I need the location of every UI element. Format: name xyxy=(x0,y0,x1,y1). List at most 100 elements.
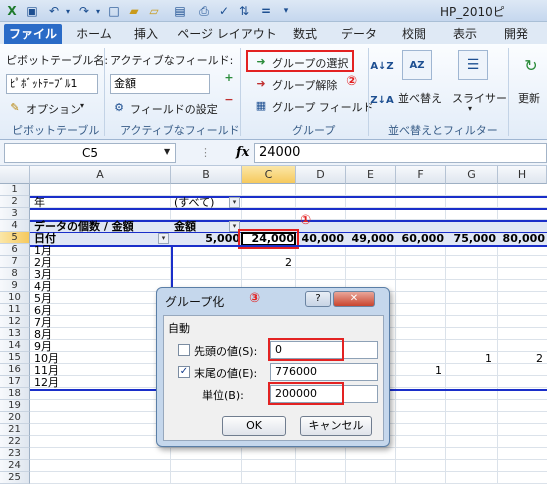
col-header-f[interactable]: F xyxy=(396,166,446,184)
row-header-20[interactable]: 20 xyxy=(0,412,30,424)
row-header-23[interactable]: 23 xyxy=(0,448,30,460)
new-icon[interactable]: □ xyxy=(106,3,122,19)
slicer-button[interactable]: スライサー xyxy=(452,90,507,106)
cell-e5[interactable]: 49,000 xyxy=(346,233,394,245)
row-header-8[interactable]: 8 xyxy=(0,268,30,280)
row-label-dropdown-icon[interactable]: ▾ xyxy=(158,233,169,244)
tab-data[interactable]: データ xyxy=(334,24,384,44)
tab-developer[interactable]: 開発 xyxy=(494,24,538,44)
row-header-18[interactable]: 18 xyxy=(0,388,30,400)
open-icon[interactable]: ▰ xyxy=(126,3,142,19)
row-header-3[interactable]: 3 xyxy=(0,208,30,220)
row-header-15[interactable]: 15 xyxy=(0,352,30,364)
row-header-25[interactable]: 25 xyxy=(0,472,30,484)
help-button[interactable]: ? xyxy=(305,291,331,307)
formula-input[interactable]: 24000 xyxy=(254,143,547,163)
active-field-input[interactable]: 金額 xyxy=(110,74,210,94)
cancel-button[interactable]: キャンセル xyxy=(300,416,372,436)
end-value-checkbox[interactable]: ✓ xyxy=(178,366,190,378)
row-header-24[interactable]: 24 xyxy=(0,460,30,472)
cell-c7[interactable]: 2 xyxy=(242,257,292,269)
collapse-field-icon[interactable]: − xyxy=(222,92,236,106)
sort-ascending-icon[interactable]: A↓Z xyxy=(370,56,393,76)
row-header-11[interactable]: 11 xyxy=(0,304,30,316)
active-field-label: アクティブなフィールド: xyxy=(110,54,234,67)
cell-h5[interactable]: 80,000 xyxy=(498,233,545,245)
cell-d5[interactable]: 40,000 xyxy=(296,233,344,245)
ok-button[interactable]: OK xyxy=(222,416,286,436)
save-icon[interactable]: ▣ xyxy=(24,3,40,19)
sort-icon[interactable]: ⇅ xyxy=(236,3,252,19)
row-header-1[interactable]: 1 xyxy=(0,184,30,196)
cell-g5[interactable]: 75,000 xyxy=(446,233,496,245)
options-button[interactable]: オプション xyxy=(26,101,81,117)
row-header-17[interactable]: 17 xyxy=(0,376,30,388)
sort-button[interactable]: 並べ替え xyxy=(398,90,442,106)
cell-b5[interactable]: 5,000 xyxy=(171,233,240,245)
col-header-a[interactable]: A xyxy=(30,166,171,184)
cell-a2[interactable]: 年 xyxy=(34,197,45,209)
undo-dropdown-icon[interactable]: ▾ xyxy=(60,3,76,19)
row-header-5[interactable]: 5 xyxy=(0,232,30,244)
row-header-13[interactable]: 13 xyxy=(0,328,30,340)
ungroup-button[interactable]: グループ解除 xyxy=(272,77,337,93)
tab-formulas[interactable]: 数式 xyxy=(282,24,328,44)
pivot-name-field[interactable]: ﾋﾟﾎﾞｯﾄﾃｰﾌﾞﾙ1 xyxy=(6,74,98,94)
row-header-10[interactable]: 10 xyxy=(0,292,30,304)
col-header-h[interactable]: H xyxy=(498,166,547,184)
redo-dropdown-icon[interactable]: ▾ xyxy=(90,3,106,19)
slicer-dropdown-icon[interactable]: ▾ xyxy=(468,104,472,113)
tab-view[interactable]: 表示 xyxy=(444,24,486,44)
row-header-4[interactable]: 4 xyxy=(0,220,30,232)
row-header-16[interactable]: 16 xyxy=(0,364,30,376)
name-box-dropdown-icon[interactable]: ▼ xyxy=(164,147,170,156)
group-field-button[interactable]: グループ フィールド xyxy=(272,99,374,115)
row-header-19[interactable]: 19 xyxy=(0,400,30,412)
group-separator xyxy=(368,48,369,136)
name-box[interactable]: C5 xyxy=(4,143,176,163)
cell-g15[interactable]: 1 xyxy=(446,353,492,365)
row-header-6[interactable]: 6 xyxy=(0,244,30,256)
start-value-checkbox[interactable] xyxy=(178,344,190,356)
row-header-12[interactable]: 12 xyxy=(0,316,30,328)
start-value-label: 先頭の値(S): xyxy=(194,345,258,358)
row-header-22[interactable]: 22 xyxy=(0,436,30,448)
row-header-14[interactable]: 14 xyxy=(0,340,30,352)
function-icon[interactable]: fx xyxy=(236,145,249,160)
expand-field-icon[interactable]: + xyxy=(222,70,236,84)
filter-dropdown-icon[interactable]: ▾ xyxy=(229,197,240,208)
folder-icon[interactable]: ▱ xyxy=(146,3,162,19)
select-all-corner[interactable] xyxy=(0,166,30,184)
print-icon[interactable]: ⎙ xyxy=(196,3,212,19)
refresh-button[interactable]: 更新 xyxy=(518,90,540,106)
cell-h15[interactable]: 2 xyxy=(498,353,543,365)
month-label[interactable]: 12月 xyxy=(34,377,59,389)
field-settings-button[interactable]: フィールドの設定 xyxy=(130,101,218,117)
qat-menu-icon[interactable]: ▾ xyxy=(278,3,294,19)
row-header-7[interactable]: 7 xyxy=(0,256,30,268)
cell-f16[interactable]: 1 xyxy=(396,365,442,377)
end-value-input[interactable]: 776000 xyxy=(270,363,378,381)
print-preview-icon[interactable]: ▤ xyxy=(172,3,188,19)
spellcheck-icon[interactable]: ✓ xyxy=(216,3,232,19)
col-header-e[interactable]: E xyxy=(346,166,396,184)
col-header-g[interactable]: G xyxy=(446,166,498,184)
close-button[interactable]: ✕ xyxy=(333,291,375,307)
sort-descending-icon[interactable]: Z↓A xyxy=(370,90,393,110)
tab-review[interactable]: 校閲 xyxy=(392,24,436,44)
tab-insert[interactable]: 挿入 xyxy=(124,24,168,44)
row-header-9[interactable]: 9 xyxy=(0,280,30,292)
row-header-2[interactable]: 2 xyxy=(0,196,30,208)
group-label-group: グループ xyxy=(292,124,336,137)
tab-page-layout[interactable]: ページ レイアウト xyxy=(176,24,278,44)
col-header-d[interactable]: D xyxy=(296,166,346,184)
col-header-b[interactable]: B xyxy=(171,166,242,184)
tab-home[interactable]: ホーム xyxy=(70,24,118,44)
row-header-21[interactable]: 21 xyxy=(0,424,30,436)
equals-icon[interactable]: = xyxy=(258,3,274,19)
options-dropdown-icon[interactable]: ▾ xyxy=(80,101,84,110)
cell-f5[interactable]: 60,000 xyxy=(396,233,444,245)
cell-b2[interactable]: (すべて) xyxy=(174,197,214,209)
tab-file[interactable]: ファイル xyxy=(4,24,62,44)
col-header-c[interactable]: C xyxy=(242,166,296,184)
